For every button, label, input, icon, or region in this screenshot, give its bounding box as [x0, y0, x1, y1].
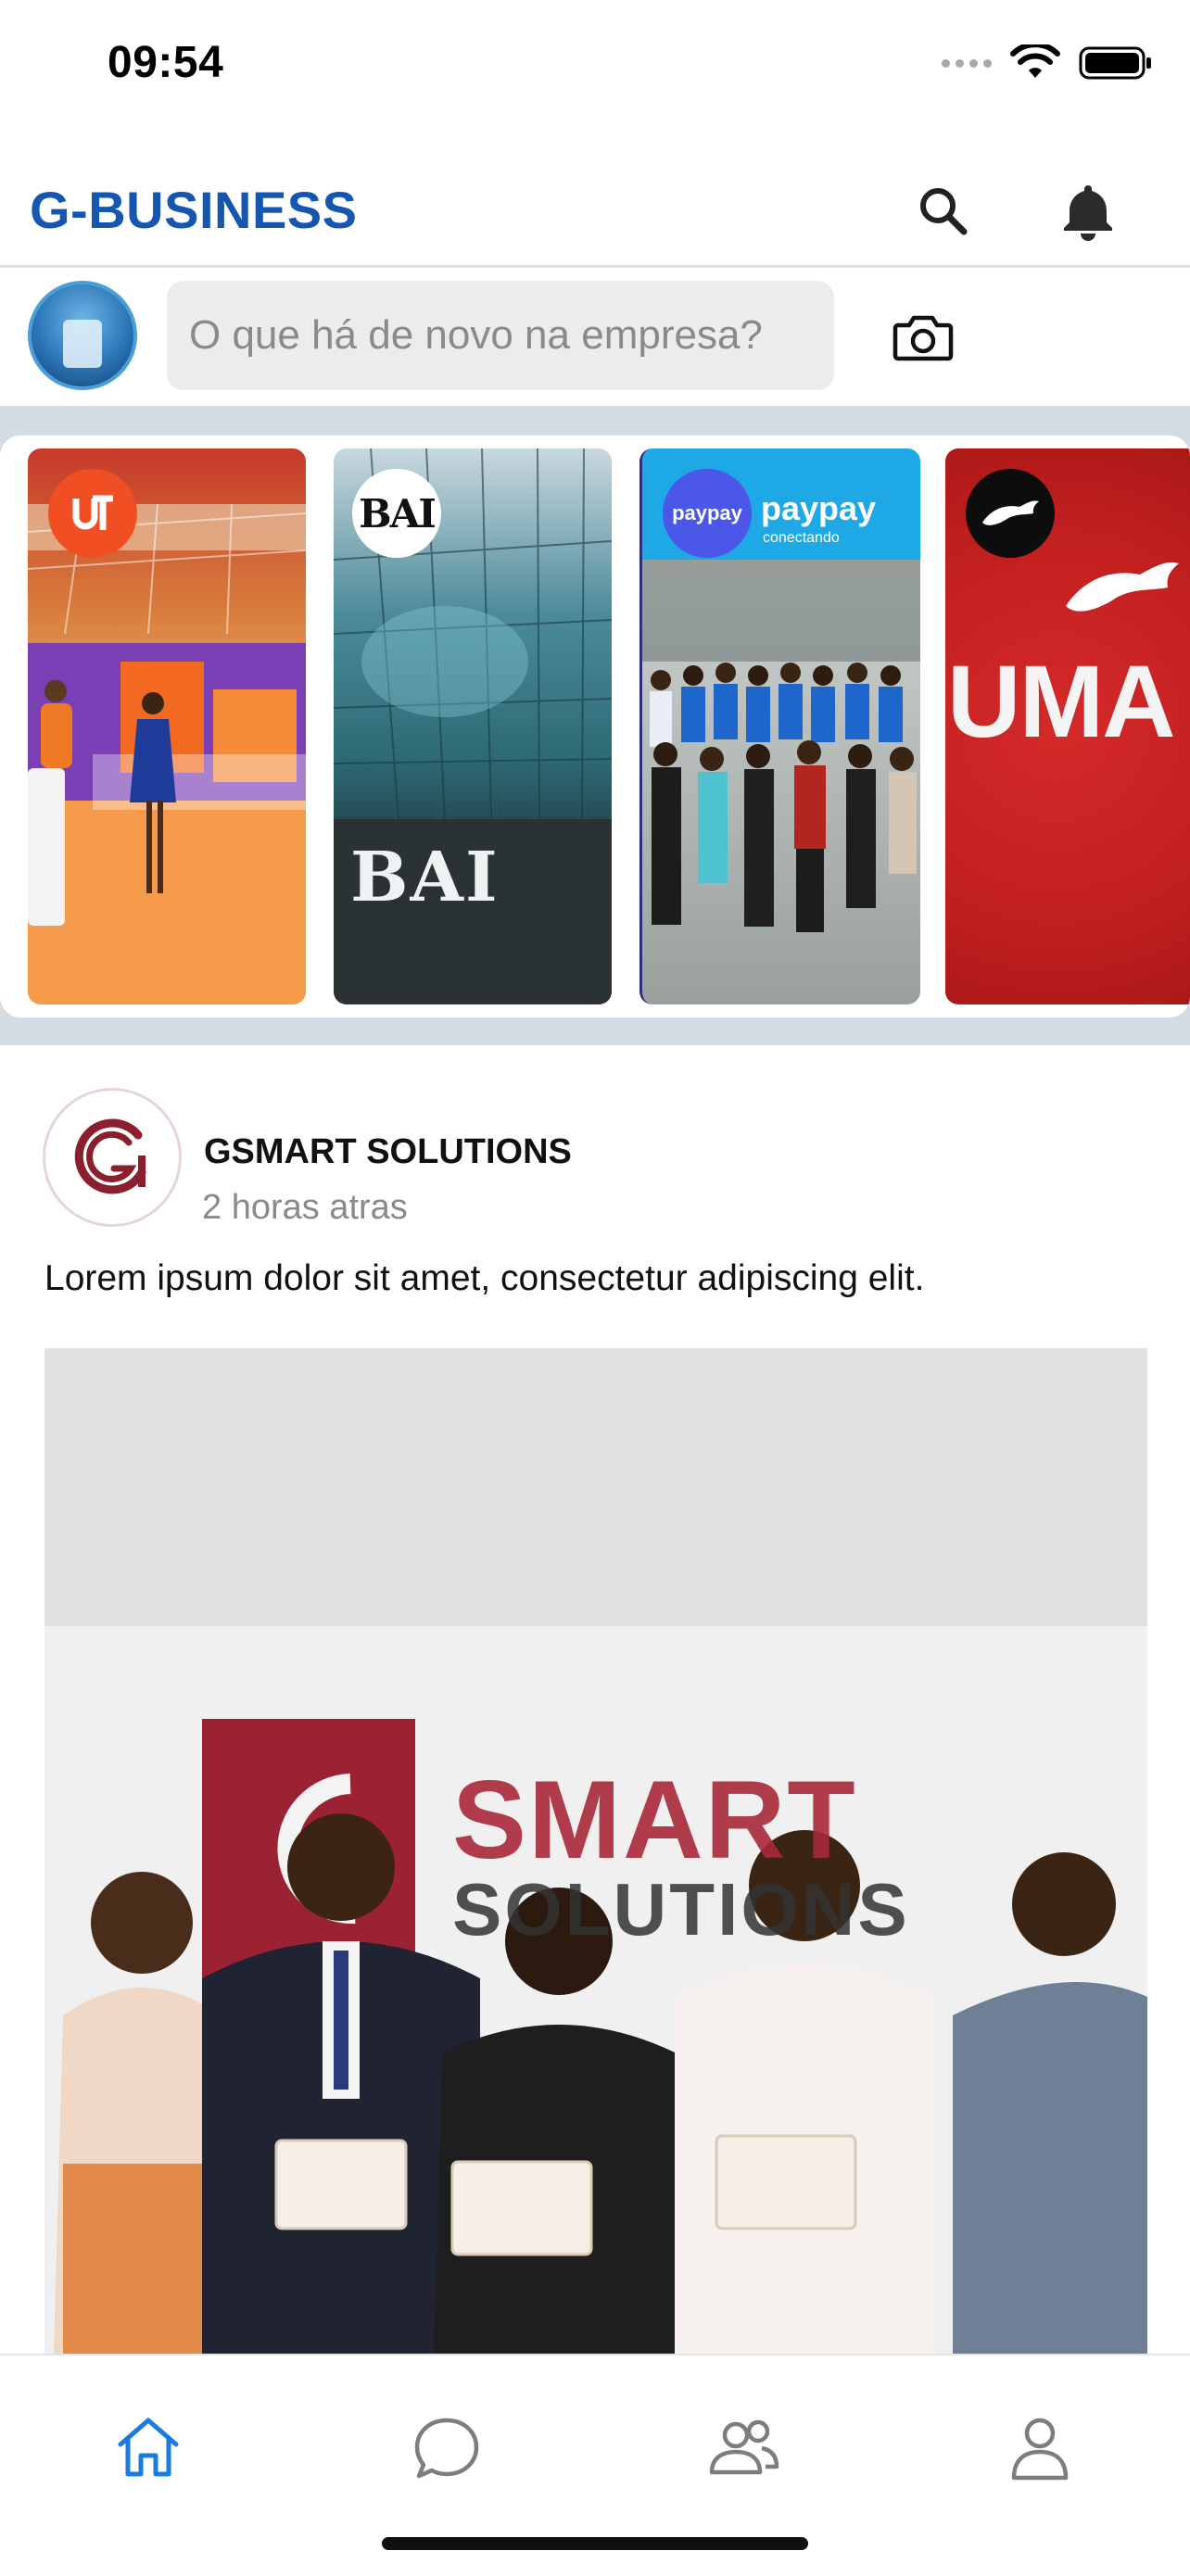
bell-icon [1064, 185, 1112, 241]
nav-groups[interactable] [697, 2402, 790, 2494]
nav-home[interactable] [102, 2402, 195, 2494]
story-logo-text: BAI [359, 490, 437, 537]
status-input[interactable]: O que há de novo na empresa? [167, 281, 834, 390]
home-icon [118, 2418, 179, 2477]
post-image-wall-line1: SMART [452, 1758, 857, 1882]
story-logo-unitel [48, 469, 137, 558]
chat-icon [414, 2418, 479, 2479]
story-logo-puma [966, 469, 1055, 558]
story-card-bai[interactable]: BAI BAI [334, 448, 612, 1004]
search-icon [920, 188, 968, 235]
story-sign-text: UMA [947, 645, 1176, 759]
status-time: 09:54 [108, 38, 224, 87]
nav-chat[interactable] [400, 2402, 493, 2494]
story-card-puma[interactable]: UMA [945, 448, 1190, 1004]
person-icon [1011, 2418, 1069, 2481]
app-header: G-BUSINESS [0, 158, 1190, 268]
story-card-paypay[interactable]: paypay conectando paypay [639, 448, 920, 1004]
user-avatar[interactable] [28, 281, 137, 390]
puma-cat-icon [1066, 562, 1179, 612]
feed-post: GSMART SOLUTIONS 2 horas atras Lorem ips… [0, 1047, 1190, 2354]
cellular-signal-icon [942, 58, 992, 68]
post-text: Lorem ipsum dolor sit amet, consectetur … [44, 1258, 925, 1298]
status-bar: 09:54 [0, 0, 1190, 139]
search-button[interactable] [906, 174, 981, 248]
gsmart-logo-icon [74, 1118, 146, 1194]
puma-logo-icon [982, 500, 1039, 525]
nav-profile[interactable] [994, 2402, 1086, 2494]
status-indicators [942, 44, 1153, 82]
story-logo-paypay: paypay [663, 469, 752, 558]
camera-button[interactable] [886, 301, 960, 375]
post-image[interactable]: SMART SOLUTIONS [44, 1348, 1147, 2354]
post-composer: O que há de novo na empresa? [0, 268, 1190, 405]
battery-icon [1079, 46, 1151, 80]
post-image-wall-line2: SOLUTIONS [452, 1868, 910, 1951]
post-author-name[interactable]: GSMART SOLUTIONS [204, 1132, 572, 1172]
stories-carousel[interactable]: BAI BAI paypay conectando paypay UMA [0, 436, 1190, 1017]
story-card-unitel[interactable] [28, 448, 306, 1004]
notifications-button[interactable] [1051, 174, 1125, 248]
unitel-logo-icon [72, 495, 113, 530]
story-logo-bai: BAI [352, 469, 441, 558]
camera-icon [892, 315, 954, 361]
home-indicator[interactable] [382, 2537, 808, 2550]
wifi-icon [1010, 44, 1060, 78]
app-title: G-BUSINESS [30, 181, 358, 239]
story-logo-text: paypay [672, 501, 742, 524]
story-sign-text: BAI [350, 838, 500, 917]
post-timestamp: 2 horas atras [202, 1188, 408, 1227]
people-icon [709, 2419, 779, 2475]
post-author-avatar[interactable] [43, 1088, 182, 1227]
